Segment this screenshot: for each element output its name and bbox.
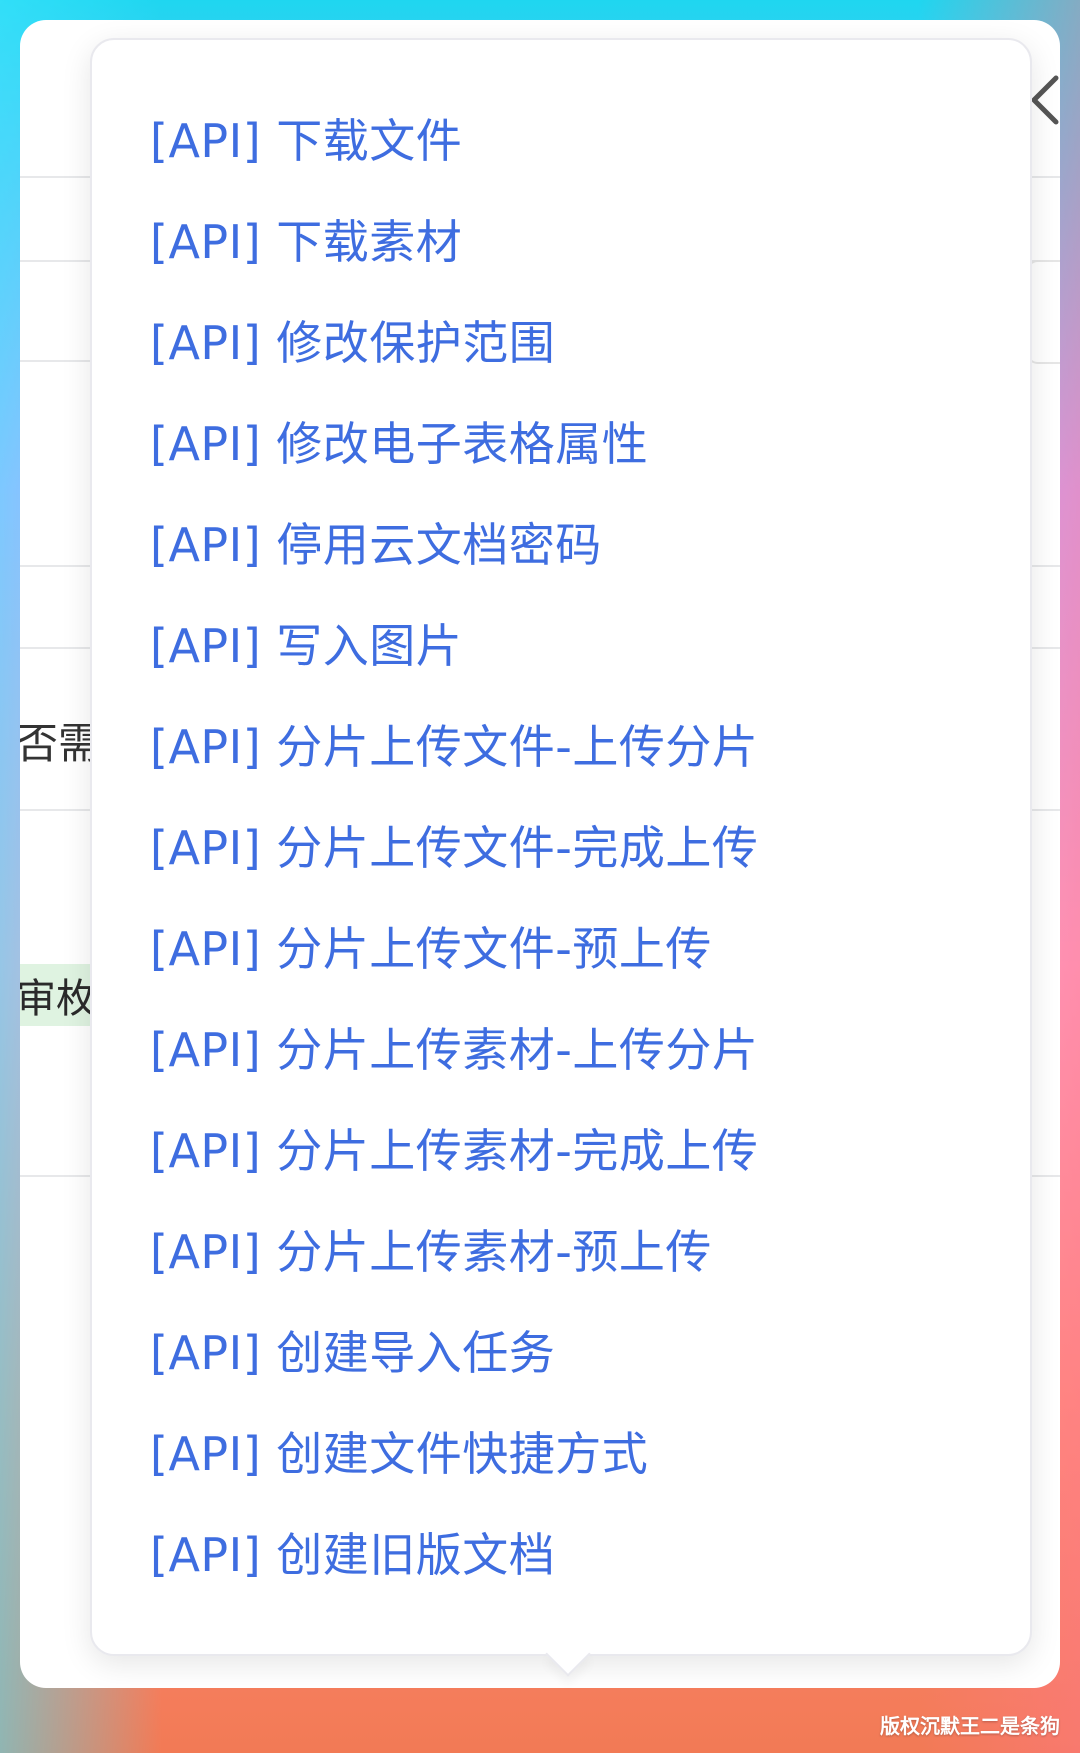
menu-item[interactable]: [API] 修改保护范围	[150, 289, 758, 390]
menu-item[interactable]: [API] 分片上传素材-上传分片	[150, 996, 758, 1097]
menu-item[interactable]: [API] 停用云文档密码	[150, 491, 758, 592]
menu-item[interactable]: [API] 分片上传素材-完成上传	[150, 1097, 758, 1198]
menu-item[interactable]: [API] 分片上传文件-上传分片	[150, 693, 758, 794]
menu-item[interactable]: [API] 下载文件	[150, 87, 758, 188]
api-dropdown-menu: [API] 下载文件 [API] 下载素材 [API] 修改保护范围 [API]…	[90, 38, 1032, 1677]
menu-item[interactable]: [API] 创建文件快捷方式	[150, 1400, 758, 1501]
menu-item[interactable]: [API] 写入图片	[150, 592, 758, 693]
menu-item[interactable]: [API] 分片上传文件-预上传	[150, 895, 758, 996]
menu-item[interactable]: [API] 分片上传素材-预上传	[150, 1198, 758, 1299]
watermark: 版权沉默王二是条狗	[880, 1714, 1060, 1738]
api-menu-list: [API] 下载文件 [API] 下载素材 [API] 修改保护范围 [API]…	[150, 87, 758, 1602]
table-cell-text: 否需	[20, 719, 101, 768]
menu-item[interactable]: [API] 创建旧版文档	[150, 1501, 758, 1602]
menu-item[interactable]: [API] 修改电子表格属性	[150, 390, 758, 491]
menu-item[interactable]: [API] 下载素材	[150, 188, 758, 289]
menu-item[interactable]: [API] 分片上传文件-完成上传	[150, 794, 758, 895]
menu-item[interactable]: [API] 创建导入任务	[150, 1299, 758, 1400]
